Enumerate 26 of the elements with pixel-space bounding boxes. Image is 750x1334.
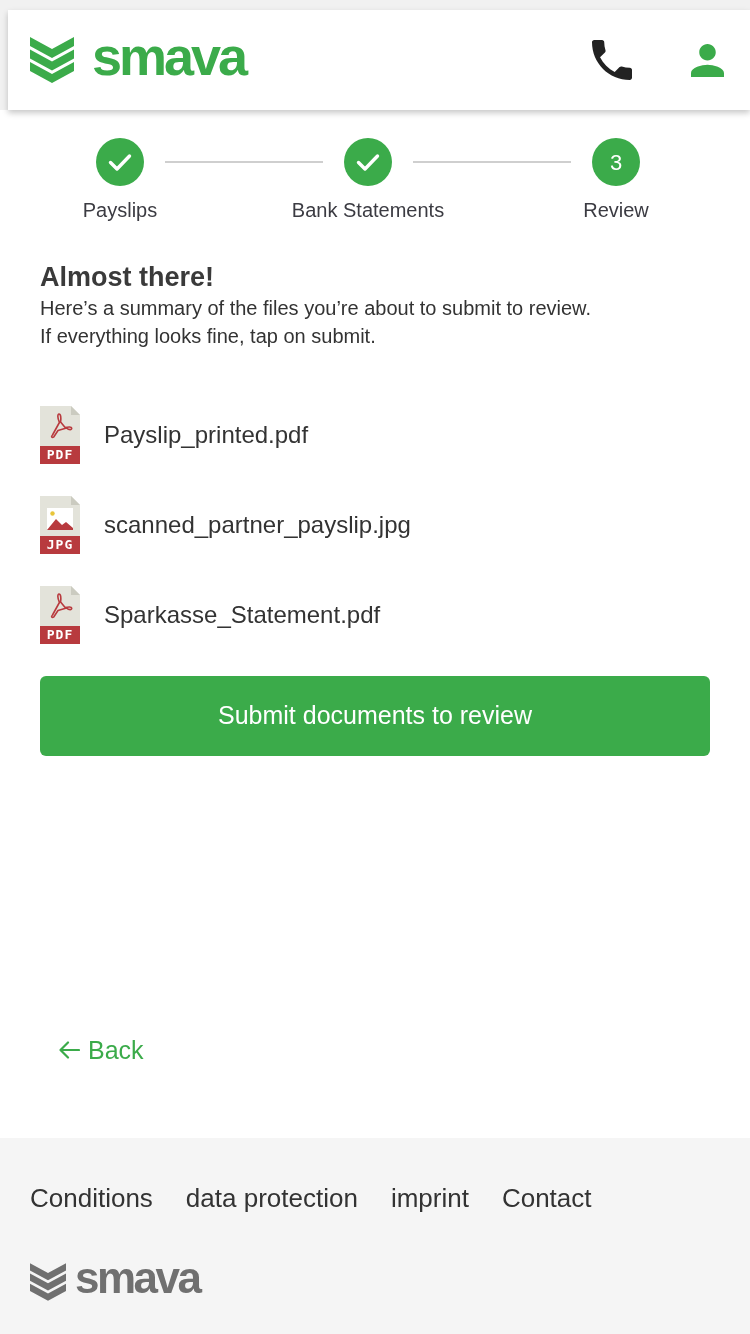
phone-icon[interactable] — [592, 40, 632, 80]
file-name: Sparkasse_Statement.pdf — [104, 600, 381, 630]
footer-link[interactable]: imprint — [390, 1183, 469, 1213]
footer-link[interactable]: Contact — [501, 1183, 592, 1213]
step-number: 3 — [592, 138, 640, 186]
arrow-left-icon — [58, 1041, 80, 1059]
pdf-file-icon — [40, 586, 80, 626]
file-name: Payslip_printed.pdf — [104, 420, 309, 450]
logo-text: smava — [75, 1256, 200, 1300]
user-icon[interactable] — [690, 43, 725, 77]
step-label: Payslips — [82, 198, 158, 222]
footer-link[interactable]: data protection — [185, 1183, 358, 1213]
intro-text: Here’s a summary of the files you’re about to submit to review. If everything looks fine, tap on submit. — [40, 296, 592, 349]
file-name: scanned_partner_payslip.jpg — [104, 510, 411, 540]
chevron-logo-icon — [30, 37, 74, 83]
chevron-logo-icon — [30, 1262, 66, 1302]
file-type-label: PDF — [40, 446, 80, 464]
step-label: Review — [583, 198, 649, 222]
file-type-label: PDF — [40, 626, 80, 644]
image-file-icon — [40, 496, 80, 536]
step-label: Bank Statements — [291, 198, 445, 222]
pdf-file-icon — [40, 406, 80, 446]
logo-text: smava — [92, 29, 246, 83]
footer-link[interactable]: Conditions — [30, 1183, 153, 1213]
file-type-label: JPG — [40, 536, 80, 554]
page-title: Almost there! — [40, 261, 216, 293]
